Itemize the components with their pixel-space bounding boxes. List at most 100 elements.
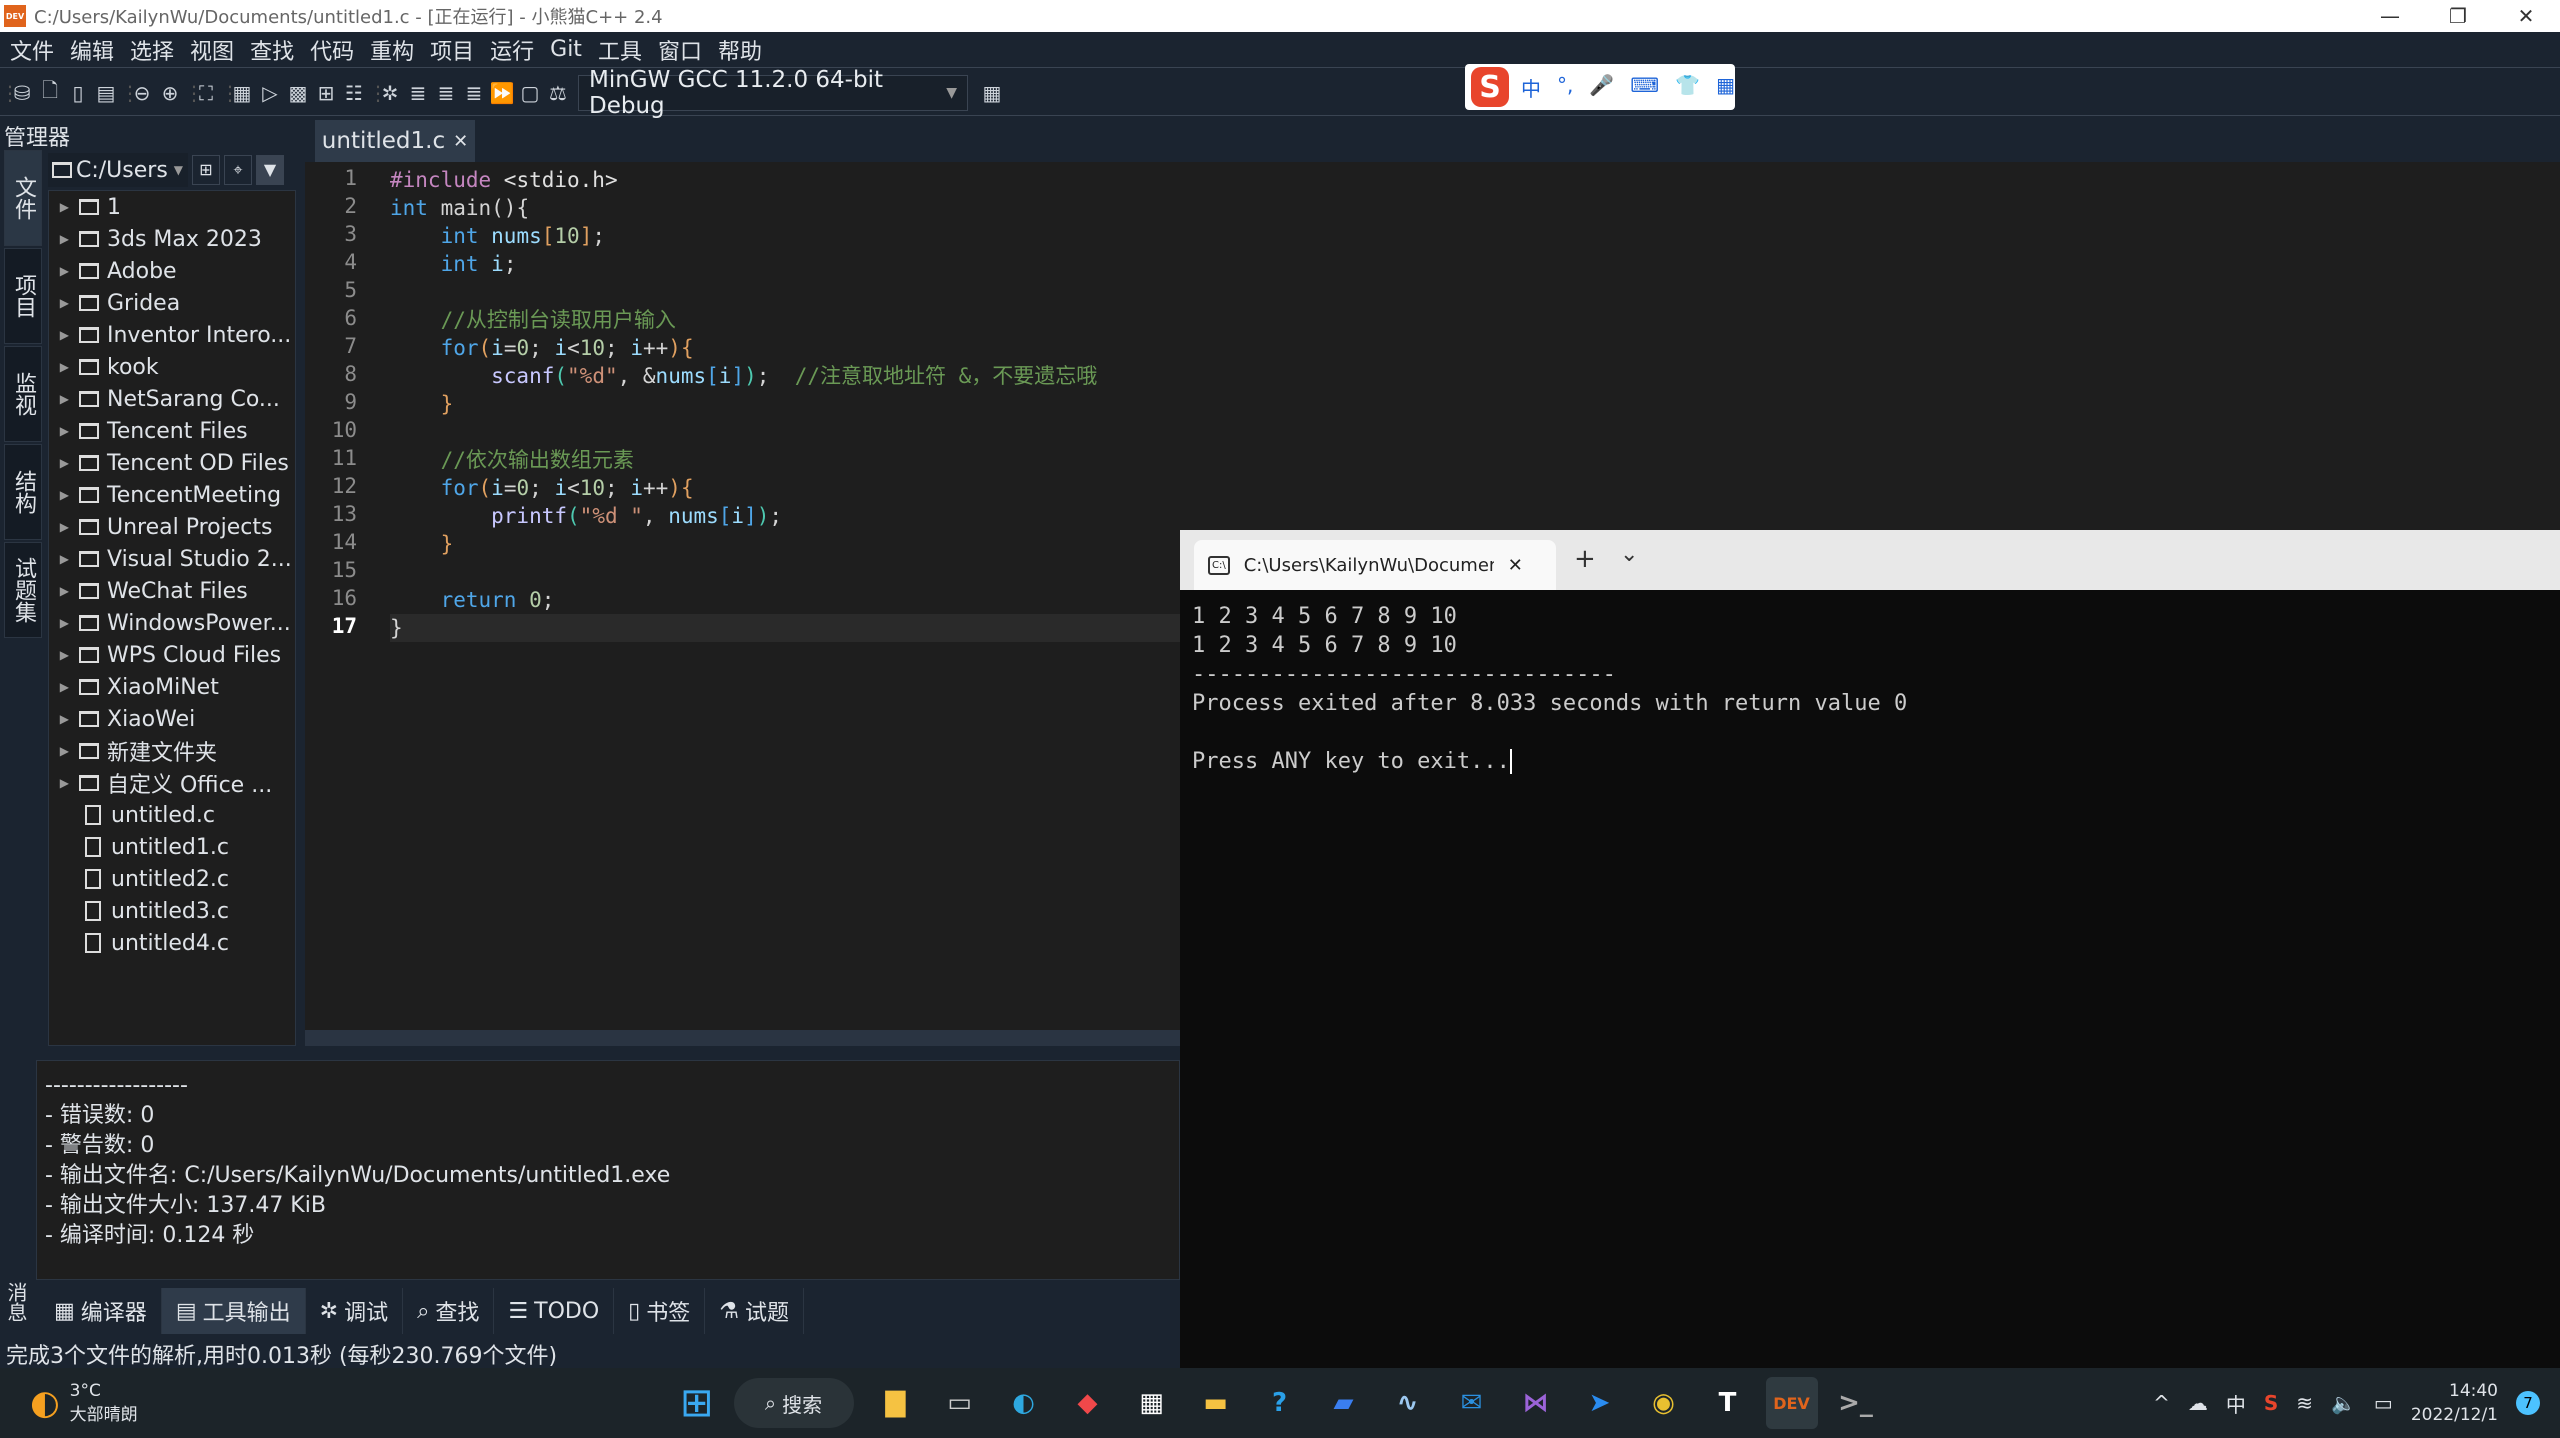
expand-arrow-icon[interactable]: ▶ bbox=[55, 296, 79, 310]
tab-dropdown-button[interactable]: ⌄ bbox=[1620, 542, 1638, 567]
minimize-button[interactable]: — bbox=[2356, 0, 2424, 32]
menu-item[interactable]: 视图 bbox=[180, 34, 240, 66]
expand-arrow-icon[interactable]: ▶ bbox=[55, 680, 79, 694]
folder-item[interactable]: ▶ WPS Cloud Files bbox=[49, 639, 295, 671]
close-button[interactable]: ✕ bbox=[2492, 0, 2560, 32]
maximize-button[interactable]: ❐ bbox=[2424, 0, 2492, 32]
rebuild-icon[interactable]: ⊞ bbox=[312, 81, 340, 105]
compiler-options-icon[interactable]: ▦ bbox=[978, 81, 1006, 105]
menu-item[interactable]: 选择 bbox=[120, 34, 180, 66]
new-folder-icon[interactable]: ⊞ bbox=[192, 155, 220, 185]
filter-icon[interactable]: ▼ bbox=[256, 155, 284, 185]
step-over-icon[interactable]: ≣ bbox=[404, 81, 432, 105]
typora-icon[interactable]: T bbox=[1702, 1377, 1754, 1429]
folder-item[interactable]: ▶ Unreal Projects bbox=[49, 511, 295, 543]
sogou-tray-icon[interactable]: S bbox=[2264, 1391, 2278, 1415]
folder-item[interactable]: ▶ WindowsPower... bbox=[49, 607, 295, 639]
new-tab-button[interactable]: + bbox=[1574, 544, 1596, 574]
bottom-tab-1[interactable]: ▤ 工具输出 bbox=[161, 1288, 306, 1334]
new-file-icon[interactable]: 🗋 bbox=[36, 76, 64, 110]
folder-item[interactable]: ▶ kook bbox=[49, 351, 295, 383]
menu-item[interactable]: 重构 bbox=[360, 34, 420, 66]
expand-arrow-icon[interactable]: ▶ bbox=[55, 648, 79, 662]
folder-item[interactable]: ▶ Adobe bbox=[49, 255, 295, 287]
ime-item-icon[interactable]: ▦ bbox=[1716, 73, 1735, 102]
menu-item[interactable]: 文件 bbox=[0, 34, 60, 66]
weather-widget[interactable]: ◐ 3°C 大部晴朗 bbox=[30, 1379, 680, 1427]
folder-item[interactable]: ▶ 自定义 Office ... bbox=[49, 767, 295, 799]
app-blue-icon[interactable]: ▰ bbox=[1318, 1377, 1370, 1429]
chrome-icon[interactable]: ◉ bbox=[1638, 1377, 1690, 1429]
start-icon[interactable]: ⊞ bbox=[680, 1380, 714, 1426]
expand-arrow-icon[interactable]: ▶ bbox=[55, 776, 79, 790]
expand-arrow-icon[interactable]: ▶ bbox=[55, 712, 79, 726]
folder-item[interactable]: ▶ Inventor Intero... bbox=[49, 319, 295, 351]
tab-untitled1[interactable]: untitled1.c ✕ bbox=[315, 120, 475, 162]
file-item[interactable]: untitled3.c bbox=[49, 895, 295, 927]
file-explorer-icon[interactable]: ▇ bbox=[870, 1377, 922, 1429]
terminal-tab[interactable]: C:\ C:\Users\KailynWu\Document ✕ bbox=[1194, 540, 1556, 590]
folder-item[interactable]: ▶ 新建文件夹 bbox=[49, 735, 295, 767]
close-icon[interactable]: ✕ bbox=[453, 131, 468, 152]
folder-item[interactable]: ▶ 1 bbox=[49, 191, 295, 223]
folder-item[interactable]: ▶ Gridea bbox=[49, 287, 295, 319]
store-icon[interactable]: ▦ bbox=[1126, 1377, 1178, 1429]
edge-icon[interactable]: ◐ bbox=[998, 1377, 1050, 1429]
file-item[interactable]: untitled4.c bbox=[49, 927, 295, 959]
feishu-icon[interactable]: ➤ bbox=[1574, 1377, 1626, 1429]
side-tab[interactable]: 试题集 bbox=[4, 542, 42, 638]
expand-arrow-icon[interactable]: ▶ bbox=[55, 232, 79, 246]
expand-arrow-icon[interactable]: ▶ bbox=[55, 552, 79, 566]
file-item[interactable]: untitled.c bbox=[49, 799, 295, 831]
monitor-icon[interactable]: ∿ bbox=[1382, 1377, 1434, 1429]
mail-icon[interactable]: ✉ bbox=[1446, 1377, 1498, 1429]
notification-badge[interactable]: 7 bbox=[2516, 1391, 2540, 1415]
side-tab[interactable]: 文件 bbox=[4, 150, 42, 246]
bottom-tab-6[interactable]: ⚗ 试题 bbox=[705, 1288, 805, 1334]
step-into-icon[interactable]: ≣ bbox=[432, 81, 460, 105]
bottom-tab-3[interactable]: ⌕ 查找 bbox=[403, 1288, 495, 1334]
folder-item[interactable]: ▶ TencentMeeting bbox=[49, 479, 295, 511]
file-item[interactable]: untitled1.c bbox=[49, 831, 295, 863]
expand-arrow-icon[interactable]: ▶ bbox=[55, 392, 79, 406]
help-icon[interactable]: ? bbox=[1254, 1377, 1306, 1429]
battery-icon[interactable]: ▭ bbox=[2374, 1391, 2393, 1415]
expand-arrow-icon[interactable]: ▶ bbox=[55, 264, 79, 278]
folder-item[interactable]: ▶ Tencent OD Files bbox=[49, 447, 295, 479]
ime-indicator[interactable]: 中 bbox=[2226, 1389, 2246, 1418]
forward-icon[interactable]: ⊕ bbox=[156, 81, 184, 105]
menu-item[interactable]: 项目 bbox=[420, 34, 480, 66]
terminal-icon[interactable]: >_ bbox=[1830, 1377, 1882, 1429]
horizontal-scrollbar[interactable] bbox=[305, 1030, 1180, 1046]
redpanda-cpp-icon[interactable]: DEV bbox=[1765, 1377, 1818, 1429]
new-project-icon[interactable]: ⛁ bbox=[8, 81, 36, 105]
file-item[interactable]: untitled2.c bbox=[49, 863, 295, 895]
expand-arrow-icon[interactable]: ▶ bbox=[55, 456, 79, 470]
expand-arrow-icon[interactable]: ▶ bbox=[55, 616, 79, 630]
compiler-select[interactable]: MinGW GCC 11.2.0 64-bit Debug ▼ bbox=[578, 67, 968, 119]
locate-icon[interactable]: ⌖ bbox=[224, 155, 252, 185]
back-icon[interactable]: ⊖ bbox=[128, 81, 156, 105]
search-button[interactable]: ⌕ 搜索 bbox=[733, 1378, 854, 1428]
app-red-icon[interactable]: ◆ bbox=[1062, 1377, 1114, 1429]
folder-item[interactable]: ▶ Tencent Files bbox=[49, 415, 295, 447]
menu-item[interactable]: 工具 bbox=[588, 34, 648, 66]
folder-item[interactable]: ▶ WeChat Files bbox=[49, 575, 295, 607]
format-icon[interactable]: ⛶ bbox=[192, 81, 220, 105]
ime-item-icon[interactable]: °, bbox=[1557, 73, 1573, 102]
folder-item[interactable]: ▶ 3ds Max 2023 bbox=[49, 223, 295, 255]
bottom-tab-2[interactable]: ✲ 调试 bbox=[306, 1288, 404, 1334]
folder-icon[interactable]: ▬ bbox=[1190, 1377, 1242, 1429]
expand-arrow-icon[interactable]: ▶ bbox=[55, 488, 79, 502]
task-view-icon[interactable]: ▭ bbox=[934, 1377, 986, 1429]
compile-run-icon[interactable]: ▩ bbox=[284, 81, 312, 105]
path-select[interactable]: C:/Users ▼ bbox=[48, 153, 188, 187]
menu-item[interactable]: Git bbox=[540, 37, 588, 62]
expand-arrow-icon[interactable]: ▶ bbox=[55, 328, 79, 342]
step-out-icon[interactable]: ≣ bbox=[460, 81, 488, 105]
side-tab[interactable]: 结构 bbox=[4, 444, 42, 540]
save-all-icon[interactable]: ▤ bbox=[92, 81, 120, 105]
cloud-icon[interactable]: ☁ bbox=[2188, 1391, 2208, 1415]
menu-item[interactable]: 编辑 bbox=[60, 34, 120, 66]
side-tab[interactable]: 监视 bbox=[4, 346, 42, 442]
